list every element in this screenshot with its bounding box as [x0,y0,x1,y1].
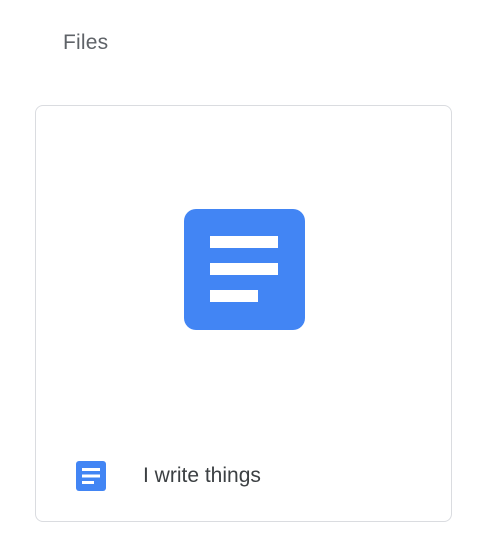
section-title: Files [63,31,109,54]
google-docs-icon [76,461,106,491]
document-lines-icon [184,209,305,330]
file-card[interactable]: I write things [35,105,452,522]
file-name: I write things [143,464,261,487]
